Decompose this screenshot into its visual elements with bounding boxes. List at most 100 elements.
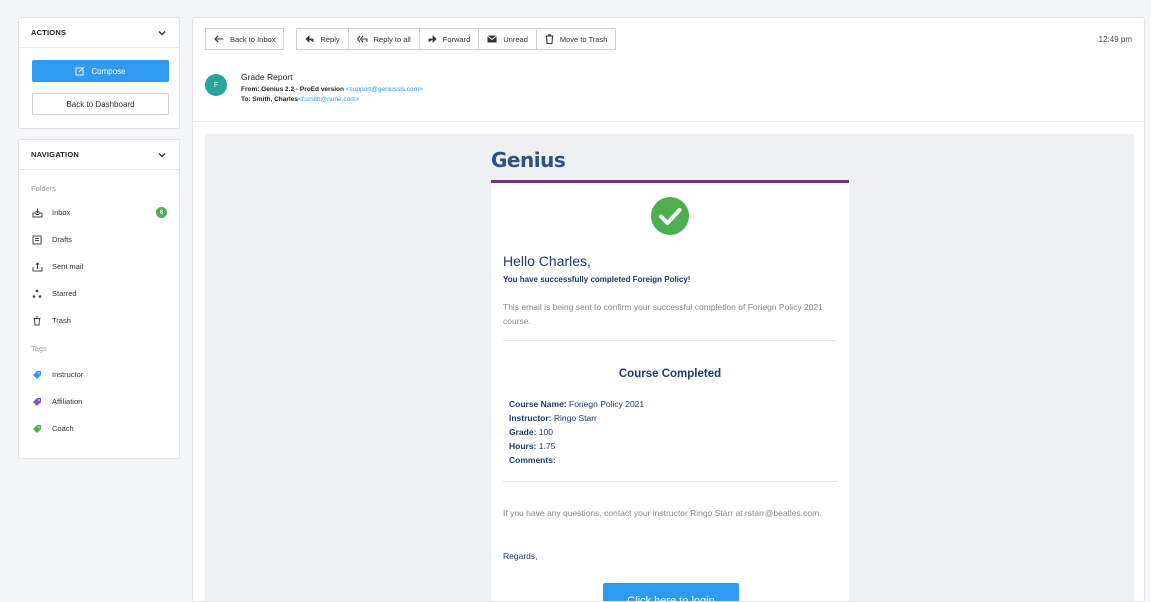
sidebar-item-drafts[interactable]: Drafts	[19, 226, 179, 253]
course-name-value: Foriegn Policy 2021	[569, 399, 645, 409]
unread-button[interactable]: Unread	[478, 28, 536, 50]
message-header: F Grade Report From: Genius 2.2 - ProEd …	[205, 70, 1144, 122]
navigation-panel: NAVIGATION Folders Inbox 6 Drafts Sent m…	[18, 139, 180, 459]
sidebar-item-label: Inbox	[52, 208, 71, 217]
navigation-header[interactable]: NAVIGATION	[19, 140, 179, 170]
chevron-down-icon[interactable]	[157, 28, 167, 38]
tag-icon	[31, 423, 43, 435]
move-to-trash-button[interactable]: Move to Trash	[535, 28, 617, 50]
to-label: To: Smith, Charles	[241, 96, 298, 103]
from-line: From: Genius 2.2 - ProEd version <suppor…	[241, 86, 423, 93]
hours-label: Hours:	[509, 441, 537, 451]
sidebar-item-coach[interactable]: Coach	[19, 415, 179, 442]
course-completed-heading: Course Completed	[618, 368, 722, 380]
message-actions-group: Reply Reply to all Forward Unread Move t…	[296, 28, 617, 50]
intro-text: This email is being sent to confirm your…	[503, 302, 823, 326]
instructor-label: Instructor:	[509, 413, 552, 423]
reply-all-label: Reply to all	[373, 34, 411, 44]
grade-row: Grade: 100	[509, 425, 644, 439]
sidebar: ACTIONS Compose Back to Dashboard NAVIGA…	[18, 17, 180, 459]
sidebar-item-starred[interactable]: Starred	[19, 280, 179, 307]
sidebar-item-instructor[interactable]: Instructor	[19, 361, 179, 388]
comments-label: Comments:	[509, 455, 556, 465]
sidebar-item-inbox[interactable]: Inbox 6	[19, 199, 179, 226]
starred-icon	[31, 288, 43, 300]
to-email-link[interactable]: <csmith@none.com>	[298, 96, 360, 103]
navigation-title: NAVIGATION	[31, 150, 79, 159]
from-label: From: Genius 2.2 - ProEd version	[241, 86, 344, 93]
inbox-icon	[31, 207, 43, 219]
reply-icon	[305, 35, 314, 43]
from-email-link[interactable]: <support@geniussis.com>	[346, 86, 423, 93]
divider	[503, 340, 837, 341]
contact-text: If you have any questions, contact your …	[503, 508, 822, 518]
back-to-inbox-label: Back to Inbox	[230, 34, 276, 44]
message-subject: Grade Report	[241, 72, 293, 82]
greeting: Hello Charles,	[503, 253, 591, 269]
trash-icon	[31, 315, 43, 327]
grade-value: 100	[538, 427, 553, 437]
sidebar-item-label: Trash	[52, 316, 71, 325]
sidebar-item-label: Instructor	[52, 370, 84, 379]
reply-all-button[interactable]: Reply to all	[347, 28, 419, 50]
actions-header[interactable]: ACTIONS	[19, 18, 179, 48]
tags-label: Tags	[31, 344, 47, 353]
message-view: Back to Inbox Reply Reply to all Forward…	[192, 17, 1145, 602]
sidebar-item-label: Sent mail	[52, 262, 84, 271]
reply-button[interactable]: Reply	[296, 28, 348, 50]
reply-label: Reply	[320, 34, 340, 44]
course-details: Course Name: Foriegn Policy 2021 Instruc…	[509, 397, 644, 467]
back-to-dashboard-button[interactable]: Back to Dashboard	[32, 93, 169, 115]
reply-all-icon	[356, 35, 368, 43]
forward-icon	[428, 35, 437, 43]
forward-button[interactable]: Forward	[418, 28, 479, 50]
course-name-row: Course Name: Foriegn Policy 2021	[509, 397, 644, 411]
trash-icon	[545, 34, 554, 44]
to-line: To: Smith, Charles<csmith@none.com>	[241, 96, 359, 103]
sender-avatar: F	[205, 74, 227, 96]
tag-icon	[31, 396, 43, 408]
hours-value: 1.75	[538, 441, 556, 451]
move-to-trash-label: Move to Trash	[559, 34, 608, 44]
comments-row: Comments:	[509, 453, 644, 467]
sidebar-item-sent-mail[interactable]: Sent mail	[19, 253, 179, 280]
sidebar-item-affiliation[interactable]: Affiliation	[19, 388, 179, 415]
instructor-value: Ringo Starr	[553, 413, 597, 423]
unread-label: Unread	[503, 34, 528, 44]
back-to-inbox-button[interactable]: Back to Inbox	[205, 28, 285, 50]
message-toolbar: Back to Inbox Reply Reply to all Forward…	[205, 28, 1132, 50]
compose-label: Compose	[91, 66, 126, 76]
sidebar-item-label: Drafts	[52, 235, 73, 244]
sidebar-item-trash[interactable]: Trash	[19, 307, 179, 334]
message-time: 12:49 pm	[1098, 34, 1132, 44]
email-card: Hello Charles, You have successfully com…	[491, 180, 849, 601]
chevron-down-icon[interactable]	[157, 150, 167, 160]
header-divider	[193, 121, 1144, 122]
login-button[interactable]: Click here to login	[603, 583, 739, 601]
forward-label: Forward	[442, 34, 471, 44]
regards-text: Regards,	[503, 551, 538, 561]
folders-label: Folders	[31, 184, 57, 193]
sent-icon	[31, 261, 43, 273]
envelope-icon	[487, 35, 498, 43]
tag-icon	[31, 369, 43, 381]
inbox-count-badge: 6	[156, 207, 167, 218]
grade-label: Grade:	[509, 427, 537, 437]
actions-title: ACTIONS	[31, 28, 67, 37]
hours-row: Hours: 1.75	[509, 439, 644, 453]
email-body: Genius Hello Charles, You have successfu…	[205, 134, 1134, 601]
compose-button[interactable]: Compose	[32, 60, 169, 82]
sidebar-item-label: Coach	[52, 424, 74, 433]
course-name-label: Course Name:	[509, 399, 567, 409]
sidebar-item-label: Starred	[52, 289, 77, 298]
success-message: You have successfully completed Foreign …	[503, 275, 691, 284]
divider	[503, 481, 837, 482]
sidebar-item-label: Affiliation	[52, 397, 83, 406]
instructor-row: Instructor: Ringo Starr	[509, 411, 644, 425]
genius-logo: Genius	[491, 148, 566, 172]
actions-panel: ACTIONS Compose Back to Dashboard	[18, 17, 180, 129]
compose-icon	[75, 66, 85, 76]
arrow-left-icon	[214, 35, 223, 43]
check-circle-icon	[651, 197, 689, 235]
drafts-icon	[31, 234, 43, 246]
